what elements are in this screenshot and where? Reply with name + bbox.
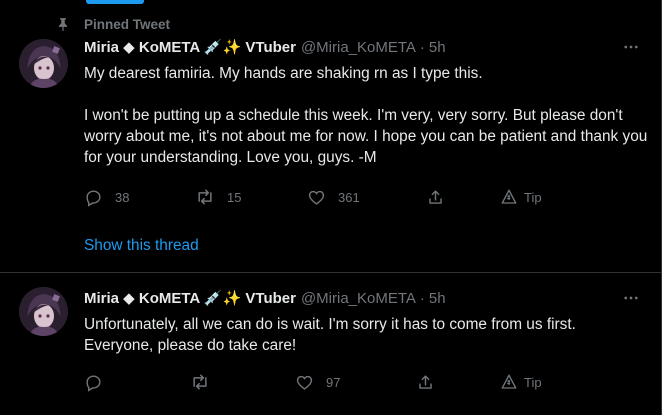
handle[interactable]: @Miria_KoMETA	[301, 290, 416, 307]
tip-button[interactable]: Tip	[500, 372, 542, 392]
reply-count: 38	[115, 189, 130, 205]
tweet-paragraph: My dearest famiria. My hands are shaking…	[84, 65, 483, 82]
retweet-icon	[190, 372, 210, 392]
separator: ·	[419, 289, 425, 307]
reply-icon	[84, 373, 103, 392]
like-count: 361	[338, 189, 360, 205]
display-name[interactable]: Miria ◆ KoMETA 💉✨ VTuber	[84, 289, 296, 307]
tweet-text: My dearest famiria. My hands are shaking…	[84, 63, 649, 168]
tweet-paragraph: Unfortunately, all we can do is wait. I'…	[84, 316, 576, 354]
tweet-header: Miria ◆ KoMETA 💉✨ VTuber @Miria_KoMETA ·…	[84, 288, 446, 308]
show-thread-link[interactable]: Show this thread	[84, 237, 199, 255]
tweet-actions: 97 Tip	[84, 372, 554, 392]
share-button[interactable]	[426, 187, 445, 207]
share-button[interactable]	[416, 372, 435, 392]
tweet-header: Miria ◆ KoMETA 💉✨ VTuber @Miria_KoMETA ·…	[84, 37, 446, 57]
handle[interactable]: @Miria_KoMETA	[301, 39, 416, 56]
heart-icon	[295, 373, 314, 392]
tweet-paragraph: I won't be putting up a schedule this we…	[84, 107, 648, 166]
like-button[interactable]: 361	[307, 187, 360, 207]
like-count: 97	[326, 374, 341, 390]
tweet-actions: 38 15 361 Tip	[84, 187, 554, 207]
retweet-button[interactable]: 15	[195, 187, 241, 207]
more-icon[interactable]	[621, 288, 641, 308]
tip-label: Tip	[524, 374, 542, 390]
retweet-icon	[195, 187, 215, 207]
reply-icon	[84, 188, 103, 207]
tweet[interactable]: Miria ◆ KoMETA 💉✨ VTuber @Miria_KoMETA ·…	[0, 273, 661, 415]
retweet-count: 15	[227, 189, 242, 205]
display-name[interactable]: Miria ◆ KoMETA 💉✨ VTuber	[84, 38, 296, 56]
share-icon	[416, 373, 435, 392]
tip-icon	[500, 188, 518, 206]
retweet-button[interactable]	[190, 372, 210, 392]
tip-button[interactable]: Tip	[500, 187, 542, 207]
tweet-text: Unfortunately, all we can do is wait. I'…	[84, 314, 649, 356]
share-icon	[426, 188, 445, 207]
like-button[interactable]: 97	[295, 372, 340, 392]
heart-icon	[307, 188, 326, 207]
tip-icon	[500, 373, 518, 391]
reply-button[interactable]	[84, 372, 103, 392]
avatar[interactable]	[19, 39, 68, 88]
tip-label: Tip	[524, 189, 542, 205]
separator: ·	[419, 38, 425, 56]
tweet[interactable]: Miria ◆ KoMETA 💉✨ VTuber @Miria_KoMETA ·…	[0, 0, 661, 272]
reply-button[interactable]: 38	[84, 187, 129, 207]
more-icon[interactable]	[621, 37, 641, 57]
timestamp[interactable]: 5h	[429, 39, 446, 56]
timestamp[interactable]: 5h	[429, 290, 446, 307]
avatar[interactable]	[19, 287, 68, 336]
